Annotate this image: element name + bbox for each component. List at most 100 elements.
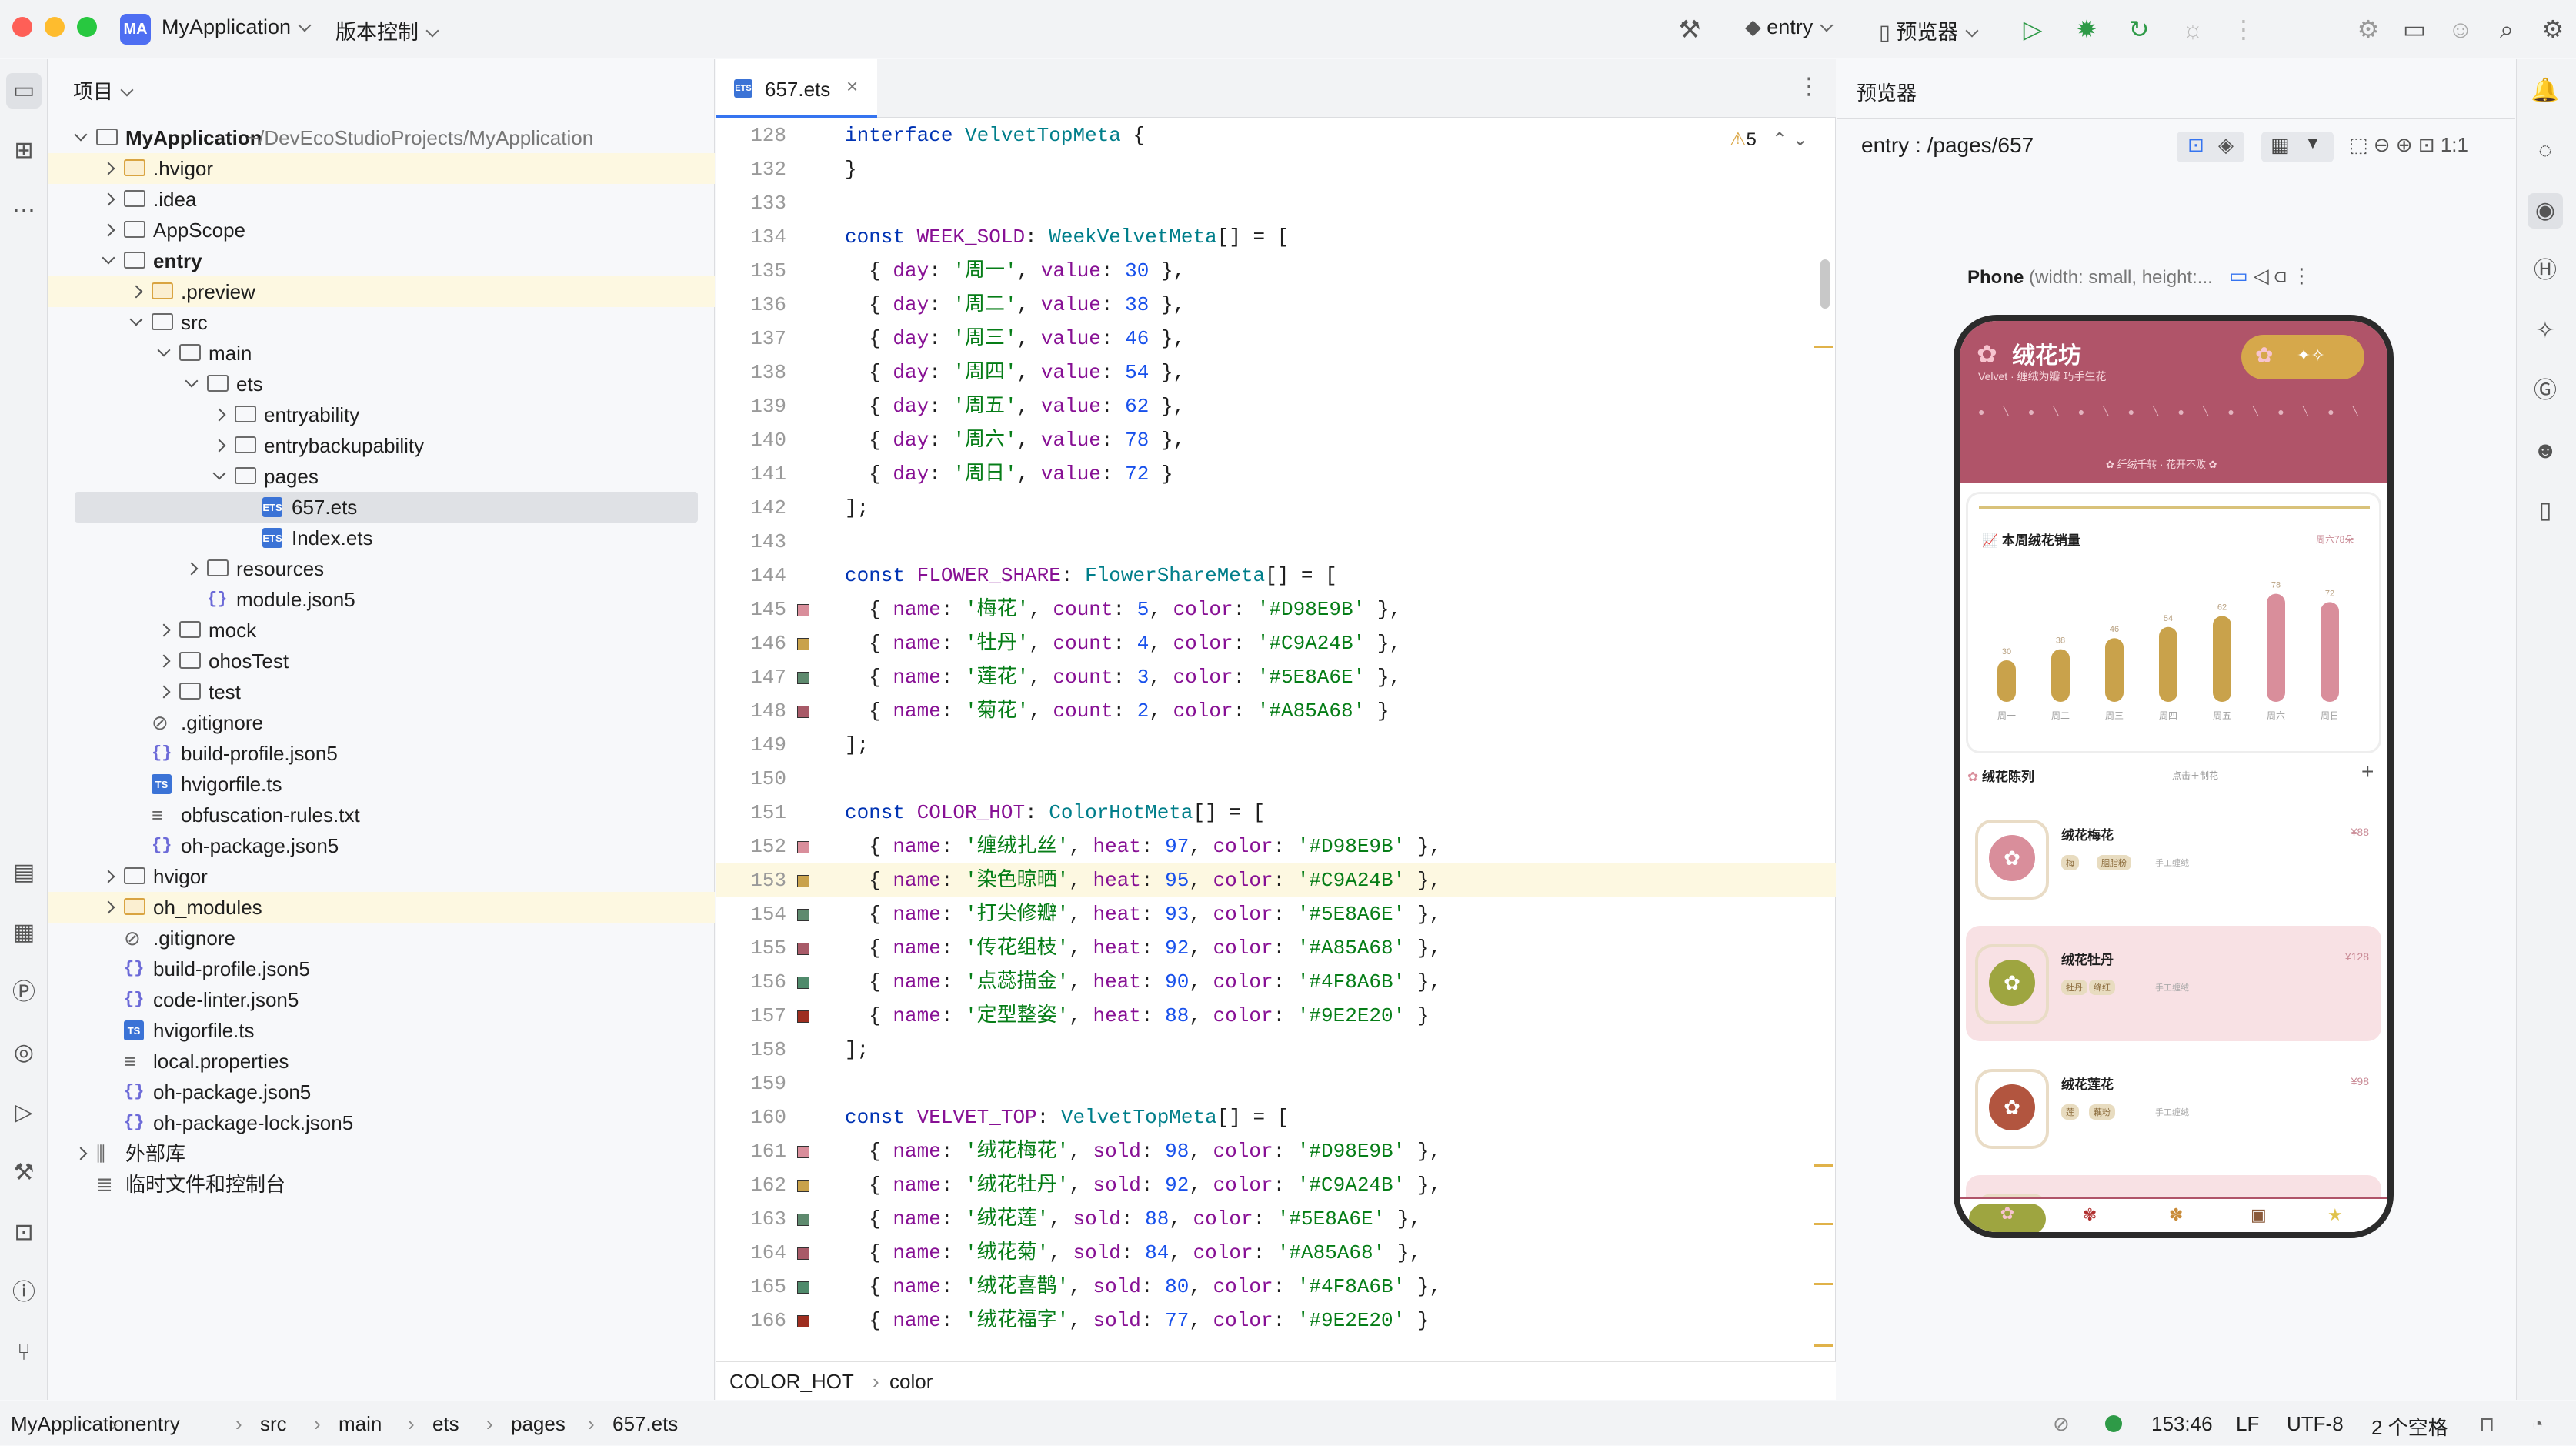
device-icons[interactable]: ▭ ◁ ⫏ ⋮ [2229, 264, 2311, 289]
color-swatch-icon[interactable] [797, 1180, 809, 1192]
color-swatch-icon[interactable] [797, 706, 809, 718]
expand-chevron-icon[interactable] [212, 408, 226, 422]
expand-chevron-icon[interactable] [102, 251, 115, 265]
code-line[interactable]: 155 { name: '传花组枝', heat: 92, color: '#A… [716, 931, 1836, 965]
path-crumb[interactable]: main [339, 1412, 382, 1436]
tab-box[interactable]: ▣ [2251, 1205, 2267, 1225]
header-badge[interactable]: ✿ ✦✧ [2241, 335, 2364, 379]
product-card[interactable]: ✿ 绒花梅花 ¥88 梅 胭脂粉 手工缠绒 [1966, 801, 2381, 917]
code-line[interactable]: 134 const WEEK_SOLD: WeekVelvetMeta[] = [ [716, 220, 1836, 254]
path-crumb[interactable]: src [260, 1412, 287, 1436]
tree-item[interactable]: {} code-linter.json5 [48, 984, 715, 1015]
reload-icon[interactable]: ↻ [2122, 12, 2156, 46]
expand-chevron-icon[interactable] [102, 900, 115, 914]
close-window-button[interactable] [12, 17, 32, 37]
git-icon[interactable]: ⑂ [6, 1335, 42, 1371]
code-line[interactable]: 156 { name: '点蕊描金', heat: 90, color: '#4… [716, 965, 1836, 999]
tree-item[interactable]: ETS 657.ets [75, 492, 698, 523]
code-line[interactable]: 159 [716, 1067, 1836, 1100]
tree-item[interactable]: .idea [48, 184, 715, 215]
expand-chevron-icon[interactable] [157, 623, 171, 637]
code-line[interactable]: 143 [716, 525, 1836, 559]
tree-item[interactable]: ets [48, 369, 715, 399]
stop-icon[interactable]: ☼ [2176, 12, 2210, 46]
code-line[interactable]: 165 { name: '绒花喜鹊', sold: 80, color: '#4… [716, 1270, 1836, 1304]
color-swatch-icon[interactable] [797, 638, 809, 650]
path-crumb[interactable]: 657.ets [612, 1412, 678, 1436]
code-line[interactable]: 148 { name: '菊花', count: 2, color: '#A85… [716, 694, 1836, 728]
expand-chevron-icon[interactable] [74, 128, 88, 142]
gradle-icon[interactable]: Ⓖ [2528, 373, 2563, 409]
path-crumb[interactable]: entry [135, 1412, 180, 1436]
color-swatch-icon[interactable] [797, 1247, 809, 1260]
file-encoding[interactable]: UTF-8 [2287, 1412, 2344, 1436]
code-line[interactable]: 139 { day: '周五', value: 62 }, [716, 389, 1836, 423]
expand-chevron-icon[interactable] [129, 312, 143, 326]
color-swatch-icon[interactable] [797, 977, 809, 989]
more-icon[interactable]: ⋮ [2227, 12, 2261, 46]
search-icon[interactable]: ⌕ [2490, 12, 2524, 46]
tree-item[interactable]: resources [48, 553, 715, 584]
zoom-controls[interactable]: ⬚ ⊖ ⊕ ⊡ 1:1 [2349, 133, 2468, 157]
editor-scrollbar[interactable] [1820, 259, 1830, 309]
expand-chevron-icon[interactable] [157, 343, 171, 357]
code-line[interactable]: 166 { name: '绒花福字', sold: 77, color: '#9… [716, 1304, 1836, 1337]
tree-item[interactable]: entryability [48, 399, 715, 430]
run-panel-icon[interactable]: ▷ [6, 1095, 42, 1130]
expand-chevron-icon[interactable] [129, 285, 143, 299]
code-line[interactable]: 141 { day: '周日', value: 72 } [716, 457, 1836, 491]
tab-flower[interactable]: ✾ [2083, 1205, 2097, 1225]
tree-item[interactable]: mock [48, 615, 715, 646]
code-line[interactable]: 138 { day: '周四', value: 54 }, [716, 356, 1836, 389]
tree-item[interactable]: {} oh-package.json5 [48, 1077, 715, 1107]
color-swatch-icon[interactable] [797, 875, 809, 887]
code-line[interactable]: 158]; [716, 1033, 1836, 1067]
tab-options-icon[interactable]: ⋮ [1797, 73, 1820, 100]
multi-device-toggle[interactable]: ▦ ▼ [2261, 132, 2334, 162]
code-line[interactable]: 135 { day: '周一', value: 30 }, [716, 254, 1836, 288]
debug-icon[interactable]: ✹ [2070, 12, 2104, 46]
add-icon[interactable]: + [2361, 760, 2374, 784]
minimize-window-button[interactable] [45, 17, 65, 37]
tree-item[interactable]: src [48, 307, 715, 338]
tree-item[interactable]: {} module.json5 [48, 584, 715, 615]
code-line[interactable]: 154 { name: '打尖修瓣', heat: 93, color: '#5… [716, 897, 1836, 931]
color-swatch-icon[interactable] [797, 1281, 809, 1294]
expand-chevron-icon[interactable] [157, 685, 171, 699]
project-selector[interactable]: MyApplication [162, 15, 312, 39]
color-swatch-icon[interactable] [797, 1315, 809, 1327]
layout-icon[interactable]: ▦ [6, 915, 42, 950]
code-area[interactable]: 128 interface VelvetTopMeta {132} 133 134 co… [716, 119, 1836, 1359]
code-line[interactable]: 142]; [716, 491, 1836, 525]
tree-item[interactable]: entry [48, 245, 715, 276]
expand-chevron-icon[interactable] [102, 870, 115, 883]
product-card[interactable]: ✿ 绒花牡丹 ¥128 牡丹 绛红 手工缠绒 [1966, 926, 2381, 1041]
cloud-icon[interactable]: ◌ [2528, 133, 2563, 169]
harmony-icon[interactable]: Ⓗ [2528, 253, 2563, 289]
vcs-menu[interactable]: 版本控制 [335, 15, 439, 45]
code-line[interactable]: 140 { day: '周六', value: 78 }, [716, 423, 1836, 457]
tab-home[interactable]: ✿ [1969, 1204, 2046, 1232]
tab-657-ets[interactable]: ETS 657.ets × [716, 59, 877, 118]
color-swatch-icon[interactable] [797, 1146, 809, 1158]
expand-chevron-icon[interactable] [212, 466, 226, 480]
color-swatch-icon[interactable] [797, 909, 809, 921]
ai-assistant-icon[interactable]: ✧ [2528, 313, 2563, 349]
warnings-indicator[interactable]: ⚠5 ⌃ ⌄ [1730, 129, 1808, 151]
code-line[interactable]: 145 { name: '梅花', count: 5, color: '#D98… [716, 593, 1836, 626]
tab-star[interactable]: ★ [2327, 1205, 2343, 1225]
tree-item[interactable]: {} oh-package-lock.json5 [48, 1107, 715, 1138]
tree-item[interactable]: entrybackupability [48, 430, 715, 461]
tree-item[interactable]: hvigor [48, 861, 715, 892]
tree-item[interactable]: TS hvigorfile.ts [48, 769, 715, 800]
color-swatch-icon[interactable] [797, 672, 809, 684]
code-line[interactable]: 133 [716, 186, 1836, 220]
readonly-lock-icon[interactable]: ⊓ [2479, 1412, 2494, 1436]
tree-item[interactable]: {} oh-package.json5 [48, 830, 715, 861]
inspector-toggle[interactable]: ⊡ ◈ [2177, 132, 2244, 162]
code-line[interactable]: 144 const FLOWER_SHARE: FlowerShareMeta[]… [716, 559, 1836, 593]
crumb-symbol[interactable]: COLOR_HOT [729, 1370, 854, 1394]
code-line[interactable]: 150 [716, 762, 1836, 796]
color-swatch-icon[interactable] [797, 943, 809, 955]
expand-chevron-icon[interactable] [185, 562, 199, 576]
